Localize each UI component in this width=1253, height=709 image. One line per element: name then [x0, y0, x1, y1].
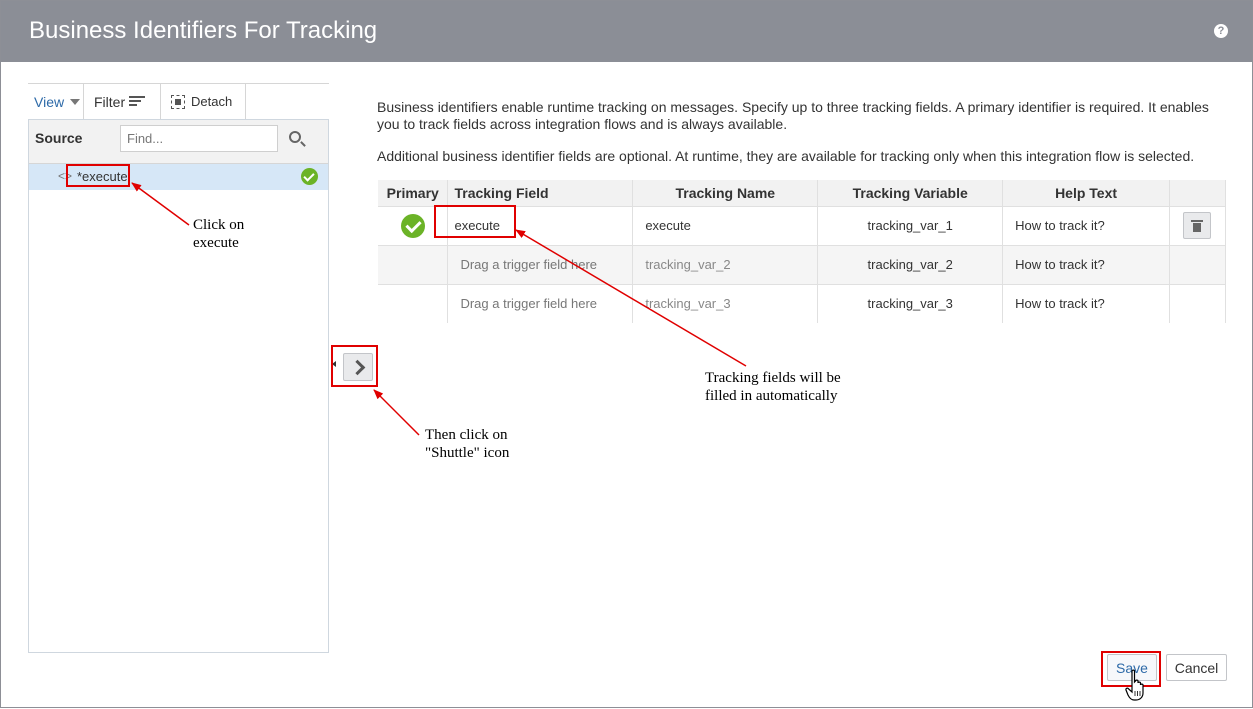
arrow-to-execute: [131, 182, 190, 226]
arrow-to-shuttle: [373, 389, 420, 436]
arrow-to-tracking-field: [515, 229, 747, 367]
annotation-arrows: [131, 182, 747, 436]
hand-cursor-icon: [1125, 669, 1144, 701]
cancel-button[interactable]: Cancel: [1166, 654, 1227, 681]
business-identifiers-dialog: Business Identifiers For Tracking ? View…: [0, 0, 1253, 708]
